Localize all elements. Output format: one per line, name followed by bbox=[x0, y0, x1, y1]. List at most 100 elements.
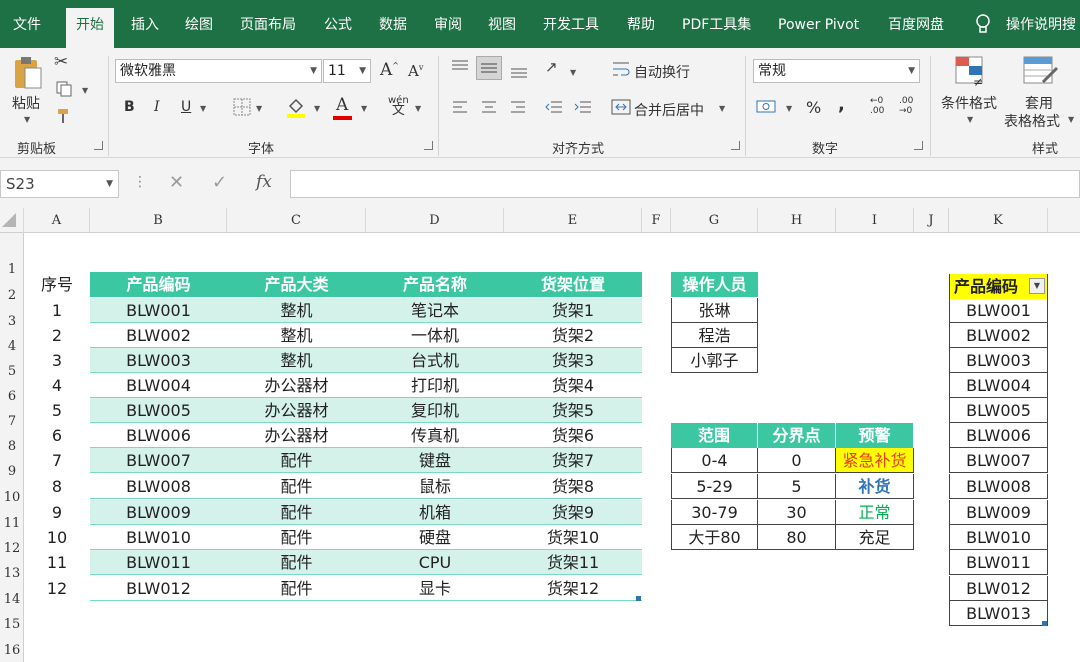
code-list-cell[interactable]: BLW013 bbox=[949, 601, 1048, 626]
row-header-14[interactable]: 14 bbox=[0, 592, 24, 607]
table-cell[interactable]: 办公器材 bbox=[227, 423, 366, 448]
table-cell[interactable]: CPU bbox=[366, 550, 504, 575]
table-cell[interactable]: 台式机 bbox=[366, 348, 504, 373]
table-cell[interactable]: 鼠标 bbox=[366, 474, 504, 499]
table-cell[interactable]: 键盘 bbox=[366, 448, 504, 473]
code-list-cell[interactable]: BLW005 bbox=[949, 398, 1048, 423]
tab-formulas[interactable]: 公式 bbox=[324, 0, 352, 48]
number-format-select[interactable]: 常规 ▼ bbox=[753, 59, 920, 83]
column-header-h[interactable]: H bbox=[758, 208, 836, 233]
decrease-indent-icon[interactable] bbox=[545, 100, 563, 114]
row-header-4[interactable]: 4 bbox=[0, 339, 24, 354]
code-list-cell[interactable]: BLW001 bbox=[949, 298, 1048, 323]
cut-icon[interactable]: ✂ bbox=[54, 52, 68, 72]
table-cell[interactable]: 货架6 bbox=[504, 423, 642, 448]
filter-dropdown-icon[interactable]: ▼ bbox=[1029, 278, 1045, 294]
conditional-format-dropdown-icon[interactable]: ▼ bbox=[967, 115, 973, 124]
insert-function-button[interactable]: fx bbox=[256, 172, 272, 192]
warning-threshold-cell[interactable]: 80 bbox=[758, 525, 836, 550]
align-left-icon[interactable] bbox=[452, 100, 468, 114]
tell-me-search[interactable]: 操作说明搜 bbox=[1006, 0, 1076, 48]
tab-help[interactable]: 帮助 bbox=[627, 0, 655, 48]
clipboard-launcher-icon[interactable] bbox=[94, 141, 103, 150]
align-center-icon[interactable] bbox=[481, 100, 497, 114]
warning-threshold-cell[interactable]: 0 bbox=[758, 448, 836, 473]
seq-cell[interactable]: 6 bbox=[24, 423, 90, 448]
align-top-icon[interactable] bbox=[451, 60, 469, 74]
main-table-header[interactable]: 产品编码 bbox=[90, 272, 227, 297]
bold-button[interactable]: B bbox=[124, 99, 135, 115]
table-cell[interactable]: 整机 bbox=[227, 323, 366, 348]
align-bottom-icon[interactable] bbox=[510, 64, 528, 78]
merge-center-icon[interactable] bbox=[611, 99, 631, 115]
enter-icon[interactable]: ✓ bbox=[212, 172, 227, 193]
orientation-dropdown-icon[interactable]: ▼ bbox=[570, 68, 576, 77]
table-cell[interactable]: BLW004 bbox=[90, 373, 227, 398]
column-header-i[interactable]: I bbox=[836, 208, 914, 233]
warning-threshold-cell[interactable]: 30 bbox=[758, 500, 836, 525]
phonetic-dropdown-icon[interactable]: ▼ bbox=[415, 104, 421, 113]
main-table-header[interactable]: 产品名称 bbox=[366, 272, 504, 297]
table-cell[interactable]: BLW001 bbox=[90, 298, 227, 323]
table-cell[interactable]: 货架11 bbox=[504, 550, 642, 575]
format-as-table-button[interactable]: 套用 bbox=[1025, 93, 1053, 113]
row-header-12[interactable]: 12 bbox=[0, 541, 24, 556]
table-cell[interactable]: 整机 bbox=[227, 348, 366, 373]
wrap-text-button[interactable]: 自动换行 bbox=[634, 62, 690, 82]
seq-cell[interactable]: 1 bbox=[24, 298, 90, 323]
table-cell[interactable]: BLW006 bbox=[90, 423, 227, 448]
column-header-e[interactable]: E bbox=[504, 208, 642, 233]
font-launcher-icon[interactable] bbox=[424, 141, 433, 150]
table-cell[interactable]: 配件 bbox=[227, 448, 366, 473]
code-list-cell[interactable]: BLW007 bbox=[949, 448, 1048, 473]
table-cell[interactable]: BLW003 bbox=[90, 348, 227, 373]
warning-status-cell[interactable]: 紧急补货 bbox=[836, 448, 914, 473]
column-header-j[interactable]: J bbox=[914, 208, 949, 233]
accounting-dropdown-icon[interactable]: ▼ bbox=[786, 104, 792, 113]
increase-indent-icon[interactable] bbox=[574, 100, 592, 114]
table-cell[interactable]: 货架2 bbox=[504, 323, 642, 348]
column-header-d[interactable]: D bbox=[366, 208, 504, 233]
tab-data[interactable]: 数据 bbox=[379, 0, 407, 48]
tab-view[interactable]: 视图 bbox=[488, 0, 516, 48]
table-cell[interactable]: 打印机 bbox=[366, 373, 504, 398]
table-cell[interactable]: 整机 bbox=[227, 298, 366, 323]
fill-color-icon[interactable] bbox=[286, 96, 306, 118]
tab-review[interactable]: 审阅 bbox=[434, 0, 462, 48]
merge-dropdown-icon[interactable]: ▼ bbox=[719, 104, 725, 113]
fill-color-dropdown-icon[interactable]: ▼ bbox=[314, 104, 320, 113]
italic-button[interactable]: I bbox=[154, 99, 160, 115]
table-cell[interactable]: 配件 bbox=[227, 550, 366, 575]
alignment-launcher-icon[interactable] bbox=[731, 141, 740, 150]
borders-icon[interactable] bbox=[233, 98, 251, 116]
number-launcher-icon[interactable] bbox=[914, 141, 923, 150]
table-cell[interactable]: BLW005 bbox=[90, 398, 227, 423]
table-cell[interactable]: BLW008 bbox=[90, 474, 227, 499]
tab-page-layout[interactable]: 页面布局 bbox=[240, 0, 296, 48]
code-list-cell[interactable]: BLW002 bbox=[949, 323, 1048, 348]
code-list-cell[interactable]: BLW006 bbox=[949, 423, 1048, 448]
table-cell[interactable]: BLW007 bbox=[90, 448, 227, 473]
row-header-6[interactable]: 6 bbox=[0, 389, 24, 404]
paste-button[interactable]: 粘贴 bbox=[12, 93, 40, 113]
operators-header[interactable]: 操作人员 bbox=[671, 272, 758, 297]
seq-cell[interactable]: 3 bbox=[24, 348, 90, 373]
seq-cell[interactable]: 11 bbox=[24, 550, 90, 575]
increase-decimal-icon[interactable]: ←0.00 bbox=[870, 96, 884, 116]
table-cell[interactable]: 配件 bbox=[227, 576, 366, 601]
table-cell[interactable]: 一体机 bbox=[366, 323, 504, 348]
column-header-g[interactable]: G bbox=[671, 208, 758, 233]
underline-button[interactable]: U bbox=[181, 99, 191, 115]
warning-table-header[interactable]: 分界点 bbox=[758, 423, 836, 448]
table-resize-handle-icon[interactable] bbox=[636, 596, 641, 601]
table-cell[interactable]: BLW009 bbox=[90, 500, 227, 525]
percent-button[interactable]: % bbox=[806, 98, 821, 117]
conditional-format-button[interactable]: 条件格式 bbox=[941, 93, 997, 113]
warning-threshold-cell[interactable]: 5 bbox=[758, 474, 836, 499]
table-cell[interactable]: 配件 bbox=[227, 500, 366, 525]
borders-dropdown-icon[interactable]: ▼ bbox=[256, 104, 262, 113]
table-cell[interactable]: 硬盘 bbox=[366, 525, 504, 550]
align-middle-button[interactable] bbox=[476, 56, 502, 80]
tab-pdf-tools[interactable]: PDF工具集 bbox=[682, 0, 751, 48]
table-cell[interactable]: 货架7 bbox=[504, 448, 642, 473]
